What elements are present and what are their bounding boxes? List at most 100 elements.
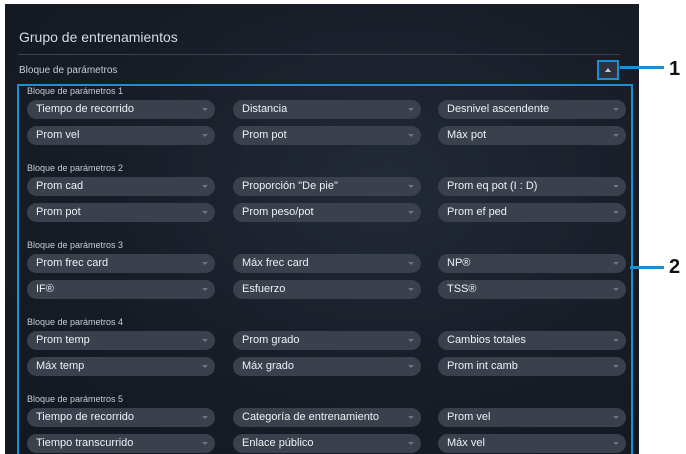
parameter-dropdown-value: Prom peso/pot [242,206,314,218]
caret-down-icon [408,262,414,265]
parameter-dropdown-value: Prom eq pot (I : D) [447,180,538,192]
parameter-dropdown-value: Distancia [242,103,288,115]
parameter-dropdown-value: Prom vel [447,411,491,423]
caret-down-icon [202,416,208,419]
parameter-dropdown-value: Esfuerzo [242,283,286,295]
parameter-dropdown[interactable]: Desnivel ascendente [438,100,626,119]
parameter-dropdown[interactable]: IF® [27,280,215,299]
parameter-dropdown[interactable]: Enlace público [233,434,421,453]
parameter-dropdown[interactable]: Esfuerzo [233,280,421,299]
caret-down-icon [408,288,414,291]
caret-down-icon [613,339,619,342]
caret-down-icon [613,185,619,188]
caret-down-icon [202,442,208,445]
parameter-dropdown[interactable]: Categoría de entrenamiento [233,408,421,427]
caret-down-icon [202,262,208,265]
parameter-block-label: Bloque de parámetros 4 [27,317,124,327]
parameter-dropdown-value: Tiempo de recorrido [36,411,135,423]
parameter-dropdown[interactable]: Prom eq pot (I : D) [438,177,626,196]
parameter-block-label: Bloque de parámetros 1 [27,86,124,96]
parameter-dropdown-value: Tiempo transcurrido [36,437,134,449]
caret-down-icon [613,442,619,445]
parameter-dropdown[interactable]: Prom peso/pot [233,203,421,222]
parameter-dropdown[interactable]: Prom pot [233,126,421,145]
parameter-block-label: Bloque de parámetros 2 [27,163,124,173]
training-group-panel: Grupo de entrenamientos Bloque de paráme… [5,4,639,454]
parameter-dropdown-value: IF® [36,283,54,295]
parameter-dropdown-value: Máx pot [447,129,487,141]
chevron-up-icon [605,68,611,72]
parameter-dropdown-value: Prom cad [36,180,84,192]
caret-down-icon [408,134,414,137]
parameter-dropdown[interactable]: Prom frec card [27,254,215,273]
parameter-dropdown-value: Proporción "De pie" [242,180,338,192]
caret-down-icon [613,416,619,419]
caret-down-icon [202,108,208,111]
parameter-dropdown-value: TSS® [447,283,477,295]
caret-down-icon [408,108,414,111]
parameter-dropdown[interactable]: TSS® [438,280,626,299]
caret-down-icon [202,339,208,342]
panel-title: Grupo de entrenamientos [19,29,178,45]
collapse-button[interactable] [597,60,619,80]
parameter-dropdown[interactable]: Máx vel [438,434,626,453]
parameter-dropdown[interactable]: NP® [438,254,626,273]
caret-down-icon [613,288,619,291]
parameter-dropdown-value: Cambios totales [447,334,526,346]
caret-down-icon [408,339,414,342]
caret-down-icon [613,134,619,137]
caret-down-icon [613,262,619,265]
parameter-dropdown-value: Máx frec card [242,257,309,269]
parameter-dropdown-value: Prom pot [242,129,287,141]
parameter-dropdown[interactable]: Tiempo transcurrido [27,434,215,453]
parameter-dropdown[interactable]: Prom pot [27,203,215,222]
parameter-dropdown[interactable]: Máx pot [438,126,626,145]
parameter-dropdown[interactable]: Tiempo de recorrido [27,408,215,427]
caret-down-icon [408,442,414,445]
parameter-dropdown-value: Prom pot [36,206,81,218]
parameter-block-section-header: Bloque de parámetros [19,65,118,76]
parameter-dropdown[interactable]: Cambios totales [438,331,626,350]
callout-1-number: 1 [669,58,681,80]
caret-down-icon [613,365,619,368]
parameter-dropdown[interactable]: Prom temp [27,331,215,350]
parameter-dropdown[interactable]: Máx temp [27,357,215,376]
parameter-dropdown-value: Máx temp [36,360,85,372]
parameter-dropdown[interactable]: Máx frec card [233,254,421,273]
caret-down-icon [613,211,619,214]
parameter-dropdown-value: Desnivel ascendente [447,103,550,115]
parameter-dropdown[interactable]: Prom vel [438,408,626,427]
parameter-dropdown[interactable]: Prom cad [27,177,215,196]
parameter-dropdown-value: Prom grado [242,334,300,346]
caret-down-icon [202,211,208,214]
parameter-block-label: Bloque de parámetros 3 [27,240,124,250]
parameter-block-label: Bloque de parámetros 5 [27,394,124,404]
parameter-dropdown[interactable]: Tiempo de recorrido [27,100,215,119]
parameter-dropdown[interactable]: Proporción "De pie" [233,177,421,196]
caret-down-icon [408,211,414,214]
parameter-dropdown-value: Máx grado [242,360,294,372]
parameter-dropdown[interactable]: Prom int camb [438,357,626,376]
parameter-dropdown[interactable]: Prom grado [233,331,421,350]
callout-2-number: 2 [669,256,681,278]
parameter-dropdown[interactable]: Distancia [233,100,421,119]
caret-down-icon [613,108,619,111]
parameter-dropdown-value: Prom frec card [36,257,109,269]
caret-down-icon [202,185,208,188]
parameter-dropdown[interactable]: Prom ef ped [438,203,626,222]
parameter-dropdown-value: Prom temp [36,334,90,346]
parameter-dropdown-value: Categoría de entrenamiento [242,411,379,423]
parameter-dropdown-value: Prom int camb [447,360,518,372]
parameter-dropdown[interactable]: Prom vel [27,126,215,145]
parameter-dropdown-value: NP® [447,257,471,269]
caret-down-icon [408,365,414,368]
caret-down-icon [408,416,414,419]
caret-down-icon [202,288,208,291]
parameter-dropdown[interactable]: Máx grado [233,357,421,376]
caret-down-icon [202,134,208,137]
caret-down-icon [202,365,208,368]
callout-2-line [630,266,664,269]
callout-1-line [620,66,664,69]
parameter-dropdown-value: Enlace público [242,437,314,449]
parameter-dropdown-value: Máx vel [447,437,485,449]
